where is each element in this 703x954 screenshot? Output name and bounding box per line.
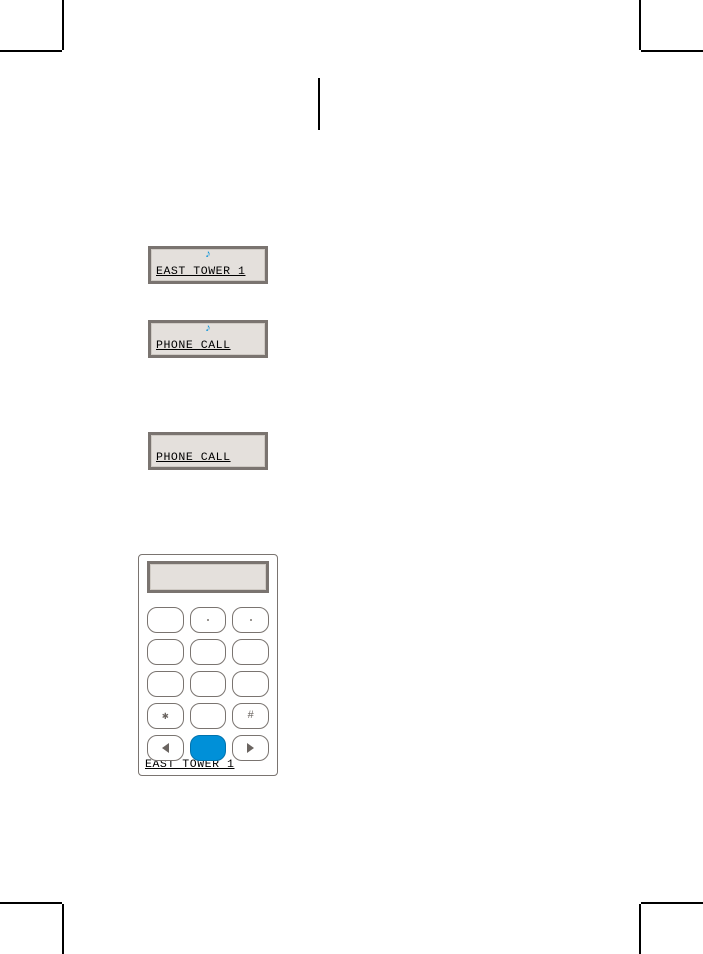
arrow-right-icon [247,743,254,753]
lcd-text: PHONE CALL [156,452,231,464]
crop-mark [0,50,62,52]
key-7[interactable] [147,671,184,697]
key-0[interactable] [190,703,227,729]
crop-mark [641,902,703,904]
key-2[interactable] [190,607,227,633]
hash-icon: # [247,710,254,722]
key-4[interactable] [147,639,184,665]
key-5[interactable] [190,639,227,665]
crop-mark [62,0,64,50]
key-9[interactable] [232,671,269,697]
crop-mark [62,904,64,954]
key-left[interactable] [147,735,184,761]
lcd-screen-1: ♪ EAST TOWER 1 [148,246,268,284]
key-hash[interactable]: # [232,703,269,729]
key-star[interactable]: ✱ [147,703,184,729]
crop-mark [639,0,641,50]
keypad: ✱ # [147,607,269,761]
crop-mark [639,904,641,954]
star-icon: ✱ [162,709,169,723]
lcd-screen-2: ♪ PHONE CALL [148,320,268,358]
device-lcd: EAST TOWER 1 [147,561,269,593]
key-1[interactable] [147,607,184,633]
key-right[interactable] [232,735,269,761]
lcd-text: EAST TOWER 1 [156,266,245,278]
pager-device: EAST TOWER 1 ✱ # [138,554,278,776]
key-center[interactable] [190,735,227,761]
lcd-text: PHONE CALL [156,340,231,352]
lcd-screen-3: PHONE CALL [148,432,268,470]
arrow-left-icon [162,743,169,753]
key-3[interactable] [232,607,269,633]
crop-mark [0,902,62,904]
crop-mark [318,78,320,130]
key-8[interactable] [190,671,227,697]
key-6[interactable] [232,639,269,665]
crop-mark [641,50,703,52]
